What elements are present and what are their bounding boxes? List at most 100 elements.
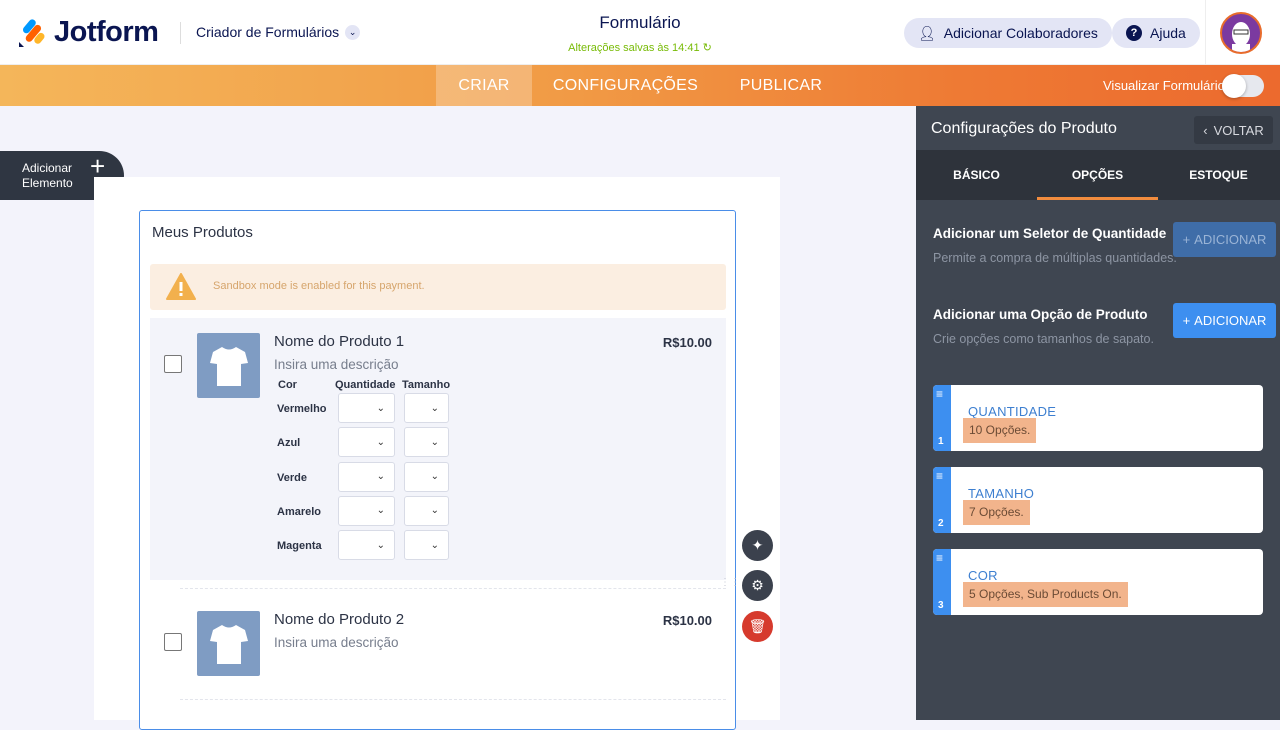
delete-button[interactable]: 🗑︎ [742,611,773,642]
chevron-down-icon: ⌄ [376,402,385,414]
option-name[interactable]: TAMANHO [968,486,1034,501]
trash-icon: 🗑︎ [748,618,767,634]
settings-button[interactable]: ⚙ [742,570,773,601]
divider [180,699,726,700]
product-option-title: Adicionar uma Opção de Produto [933,307,1148,322]
product-price: R$10.00 [662,613,712,628]
tab-publicar[interactable]: PUBLICAR [719,65,843,106]
column-header-quantidade: Quantidade [335,379,396,391]
warning-text: Sandbox mode is enabled for this payment… [213,280,425,292]
color-label: Vermelho [277,403,327,415]
add-product-option-button[interactable]: + ADICIONAR [1173,303,1276,338]
product-checkbox[interactable] [164,633,182,651]
magic-wand-icon: ✦ [751,537,764,553]
option-info: 5 Opções, Sub Products On. [963,582,1128,607]
save-status-text: Alterações salvas às 14:41 [568,42,700,54]
plus-icon: + [1182,313,1191,328]
jotform-logo-icon [19,18,45,47]
product-name[interactable]: Nome do Produto 2 [274,611,404,628]
brand-name: Jotform [54,16,159,48]
product-name[interactable]: Nome do Produto 1 [274,333,404,350]
builder-dropdown[interactable]: Criador de Formulários ⌄ [196,24,361,40]
size-dropdown[interactable]: ⌄ [404,393,449,423]
product-option-desc: Crie opções como tamanhos de sapato. [933,332,1154,346]
size-dropdown[interactable]: ⌄ [404,427,449,458]
size-dropdown[interactable]: ⌄ [404,495,449,526]
product-item: Nome do Produto 2 Insira uma descrição R… [150,596,726,696]
divider [1205,0,1206,65]
tab-estoque[interactable]: ESTOQUE [1158,150,1279,200]
column-header-tamanho: Tamanho [402,379,451,391]
add-label: ADICIONAR [1194,313,1267,328]
plus-icon: + [1182,232,1191,247]
gear-icon: ⚙ [751,577,764,593]
product-item: Nome do Produto 1 Insira uma descrição R… [150,318,726,580]
chevron-left-icon: ‹ [1203,122,1208,138]
tshirt-icon [209,346,248,386]
chevron-down-icon: ⌄ [345,24,361,40]
size-dropdown[interactable]: ⌄ [404,461,449,492]
help-label: Ajuda [1150,25,1186,41]
chevron-down-icon: ⌄ [430,539,439,551]
back-label: VOLTAR [1213,122,1264,138]
option-number: 2 [938,518,944,529]
color-label: Amarelo [277,505,322,518]
form-title[interactable]: Formulário [540,13,740,33]
add-label: ADICIONAR [1194,232,1267,247]
product-description[interactable]: Insira uma descrição [274,357,399,372]
refresh-icon: ↻ [702,42,712,54]
quantity-dropdown[interactable]: ⌄ [338,495,395,526]
product-option-card[interactable]: ≡ 3 COR 5 Opções, Sub Products On. [933,549,1263,615]
top-header: Jotform Criador de Formulários ⌄ Formulár… [0,0,1280,65]
product-settings-panel: Configurações do Produto ‹ VOLTAR BÁSICO … [916,106,1280,720]
tab-opcoes[interactable]: OPÇÕES [1037,150,1158,200]
quantity-dropdown[interactable]: ⌄ [338,427,395,458]
back-button[interactable]: ‹ VOLTAR [1194,116,1273,144]
drag-handle[interactable]: ≡ 1 [933,385,951,451]
tab-basico[interactable]: BÁSICO [916,150,1037,200]
quantity-dropdown[interactable]: ⌄ [338,530,395,561]
product-list-widget[interactable]: Meus Produtos Sandbox mode is enabled fo… [139,210,736,730]
widget-title[interactable]: Meus Produtos [152,224,253,241]
option-info: 7 Opções. [963,500,1030,525]
product-price: R$10.00 [662,335,712,350]
help-icon: ? [1126,25,1142,41]
save-status: Alterações salvas às 14:41 ↻ [520,41,760,54]
product-option-card[interactable]: ≡ 2 TAMANHO 7 Opções. [933,467,1263,533]
add-collaborators-button[interactable]: 👤︎ Adicionar Colaboradores [904,18,1112,48]
main-nav: CRIAR CONFIGURAÇÕES PUBLICAR Visualizar … [0,65,1280,106]
panel-title: Configurações do Produto [931,120,1117,137]
drag-handle[interactable]: ≡ 3 [933,549,951,615]
avatar[interactable] [1220,12,1262,54]
chevron-down-icon: ⌄ [376,471,385,483]
wand-button[interactable]: ✦ [742,530,773,561]
add-quantity-selector-button[interactable]: + ADICIONAR [1173,222,1276,257]
drag-handle-icon[interactable]: ⋮⋮ [720,578,740,588]
chevron-down-icon: ⌄ [376,505,385,517]
product-image [197,333,260,398]
option-number: 1 [938,436,944,447]
preview-toggle[interactable] [1222,74,1264,98]
tab-criar[interactable]: CRIAR [436,65,532,106]
drag-handle[interactable]: ≡ 2 [933,467,951,533]
product-image [197,611,260,676]
color-label: Azul [277,437,301,450]
plus-icon: + [90,151,106,181]
quantity-dropdown[interactable]: ⌄ [338,461,395,492]
chevron-down-icon: ⌄ [430,436,439,448]
option-number: 3 [938,600,944,611]
chevron-down-icon: ⌄ [430,471,439,483]
tab-configuracoes[interactable]: CONFIGURAÇÕES [532,65,719,106]
quantity-selector-title: Adicionar um Seletor de Quantidade [933,226,1167,241]
size-dropdown[interactable]: ⌄ [404,530,449,561]
option-name[interactable]: COR [968,568,998,583]
product-option-card[interactable]: ≡ 1 QUANTIDADE 10 Opções. [933,385,1263,451]
column-header-cor: Cor [278,379,297,391]
jotform-logo[interactable]: Jotform [18,16,159,49]
warning-icon [166,273,196,300]
product-description[interactable]: Insira uma descrição [274,635,399,650]
help-button[interactable]: ? Ajuda [1112,18,1200,48]
option-name[interactable]: QUANTIDADE [968,404,1056,419]
quantity-dropdown[interactable]: ⌄ [338,393,395,423]
product-checkbox[interactable] [164,355,182,373]
